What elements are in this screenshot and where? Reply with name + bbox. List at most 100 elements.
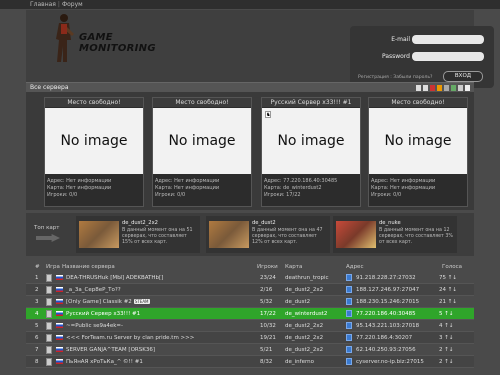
nav-home-link[interactable]: Главная [30, 1, 56, 8]
row-map: de_dust2_2x2 [285, 323, 324, 329]
server-name-link[interactable]: Русский Сервер x33!!! #1 [66, 311, 140, 317]
card-address: Адрес: Нет информации [371, 178, 436, 184]
connect-icon[interactable] [346, 334, 352, 341]
password-label: Password [381, 53, 410, 60]
row-map: de_inferno [285, 359, 314, 365]
server-name-link[interactable]: ~=Public se9a4ek=- [66, 323, 123, 329]
vip-card[interactable]: Место свободно! No image Адрес: Нет инфо… [44, 97, 144, 207]
logo[interactable]: GAME MONITORING [79, 32, 156, 54]
email-field[interactable] [412, 35, 484, 44]
server-name-link[interactable]: DEA-THRUSHuk [МЫ] ADEKBATHb[] [66, 275, 163, 281]
filter-steam-icon[interactable] [465, 84, 470, 91]
row-map: de_dust2_2x2 [285, 335, 324, 341]
top-map-item[interactable]: de_dust2 В данный момент она на 47 серве… [206, 216, 330, 253]
filter-css-icon[interactable] [423, 84, 428, 91]
col-players[interactable]: Игроки [257, 264, 278, 270]
row-address[interactable]: 91.218.228.27:27032 [356, 275, 416, 281]
filter-tf-icon[interactable] [437, 84, 442, 91]
card-players: Игроки: 0/0 [155, 192, 186, 198]
server-name-link[interactable]: <<< ForTeam.ru Server by clan pride.tm >… [66, 335, 194, 341]
connect-icon[interactable] [346, 286, 352, 293]
ru-flag-icon [56, 299, 63, 304]
server-name-link[interactable]: SERVER GANJA^TEAM [ORSK36] [66, 347, 155, 353]
connect-icon[interactable] [346, 310, 352, 317]
col-name[interactable]: Название сервера [62, 264, 115, 270]
table-row[interactable]: 6 <<< ForTeam.ru Server by clan pride.tm … [26, 332, 474, 344]
top-maps: Топ карт de_dust2_2x2 В данный момент он… [26, 213, 474, 256]
login-button[interactable]: ВХОД [443, 71, 483, 82]
connect-icon[interactable] [346, 274, 352, 281]
col-num[interactable]: # [35, 264, 40, 270]
card-address: Адрес: 77.220.186.40:30485 [264, 178, 338, 184]
top-map-desc: В данный момент она на 47 серверах, что … [252, 228, 323, 245]
row-votes[interactable]: 2 ↑↓ [439, 359, 453, 365]
filter-l4d-icon[interactable] [444, 84, 449, 91]
row-num: 4 [35, 311, 39, 317]
card-image: No image [369, 108, 467, 174]
col-votes[interactable]: Голоса [442, 264, 462, 270]
row-address[interactable]: 188.230.15.246:27015 [356, 299, 419, 305]
table-body: 1 DEA-THRUSHuk [МЫ] ADEKBATHb[] 23/24 death… [26, 272, 474, 368]
row-votes[interactable]: 4 ↑↓ [439, 323, 453, 329]
row-address[interactable]: 95.143.221.103:27018 [356, 323, 419, 329]
connect-icon[interactable] [346, 322, 352, 329]
top-map-item[interactable]: de_nuke В данный момент она на 12 сервер… [333, 216, 457, 253]
row-address[interactable]: 62.140.250.93:27056 [356, 347, 416, 353]
table-row[interactable]: 5 ~=Public se9a4ek=- 10/32 de_dust2_2x2 95.1… [26, 320, 474, 332]
filter-mc-icon[interactable] [451, 84, 456, 91]
table-row[interactable]: 3 [Only Game] Classik #2 STEAM 5/32 de_dust2… [26, 296, 474, 308]
card-players: Игроки: 0/0 [47, 192, 78, 198]
row-players: 19/21 [260, 335, 276, 341]
vip-card[interactable]: Место свободно! No image Адрес: Нет инфо… [368, 97, 468, 207]
connect-icon[interactable] [346, 298, 352, 305]
row-num: 5 [35, 323, 39, 329]
col-map[interactable]: Карта [285, 264, 302, 270]
nav-forum-link[interactable]: Форум [62, 1, 83, 8]
connect-icon[interactable] [346, 346, 352, 353]
register-link[interactable]: Регистрация : Забыли пароль? [358, 75, 433, 80]
cs-game-icon [46, 310, 52, 318]
filter-cod-icon[interactable] [430, 84, 435, 91]
row-votes[interactable]: 75 ↑↓ [439, 275, 457, 281]
row-map: deathrun_tropic [285, 275, 329, 281]
server-name: SERVER GANJA^TEAM [ORSK36] [66, 347, 155, 353]
card-image: No image [153, 108, 251, 174]
server-name: Русский Сервер x33!!! #1 [66, 311, 141, 317]
ru-flag-icon [56, 275, 63, 280]
vip-card[interactable]: Место свободно! No image Адрес: Нет инфо… [152, 97, 252, 207]
row-address[interactable]: cyserver.no-ip.biz:27015 [356, 359, 424, 365]
table-row[interactable]: 4 Русский Сервер x33!!! #1 17/22 de_winterd… [26, 308, 474, 320]
row-votes[interactable]: 2 ↑↓ [439, 347, 453, 353]
connect-icon[interactable] [346, 358, 352, 365]
table-row[interactable]: 1 DEA-THRUSHuk [МЫ] ADEKBATHb[] 23/24 death… [26, 272, 474, 284]
row-map: de_dust2_2x2 [285, 287, 324, 293]
row-players: 5/21 [260, 347, 273, 353]
section-title: Все сервера [30, 84, 69, 91]
filter-samp-icon[interactable] [458, 84, 463, 91]
row-votes[interactable]: 21 ↑↓ [439, 299, 457, 305]
col-game[interactable]: Игра [46, 264, 60, 270]
server-name-link[interactable]: _a_3a_Cep8eP_Tо?? [66, 287, 121, 293]
server-name-link[interactable]: ПьЯнАЯ хРоТьКа_^ ©!! #1 [66, 359, 143, 365]
row-votes[interactable]: 3 ↑↓ [439, 335, 453, 341]
server-name-link[interactable]: [Only Game] Classik #2 STEAM [66, 299, 150, 305]
row-votes[interactable]: 5 ↑↓ [439, 311, 453, 317]
vip-card[interactable]: Русский Сервер x33!!! #1 No image ♞ Адре… [261, 97, 361, 207]
game-filter-icons [416, 84, 470, 91]
table-row[interactable]: 7 SERVER GANJA^TEAM [ORSK36] 5/21 de_dust2_… [26, 344, 474, 356]
row-address[interactable]: 77.220.186.40:30485 [356, 311, 416, 317]
row-votes[interactable]: 24 ↑↓ [439, 287, 457, 293]
card-map: Карта: Нет информации [371, 185, 436, 191]
ru-flag-icon [56, 335, 63, 340]
row-address[interactable]: 77.220.186.4:30207 [356, 335, 412, 341]
cs-game-icon [46, 346, 52, 354]
filter-cs-icon[interactable] [416, 84, 421, 91]
top-map-item[interactable]: de_dust2_2x2 В данный момент она на 51 с… [76, 216, 200, 253]
col-address[interactable]: Адрес [346, 264, 363, 270]
row-address[interactable]: 188.127.246.97:27047 [356, 287, 419, 293]
table-row[interactable]: 8 ПьЯнАЯ хРоТьКа_^ ©!! #1 8/32 de_inferno cy… [26, 356, 474, 368]
table-row[interactable]: 2 _a_3a_Cep8eP_Tо?? 2/16 de_dust2_2x2 188.12… [26, 284, 474, 296]
logo-line1: GAME [79, 32, 113, 43]
password-field[interactable] [412, 52, 484, 61]
cs-game-icon [46, 286, 52, 294]
